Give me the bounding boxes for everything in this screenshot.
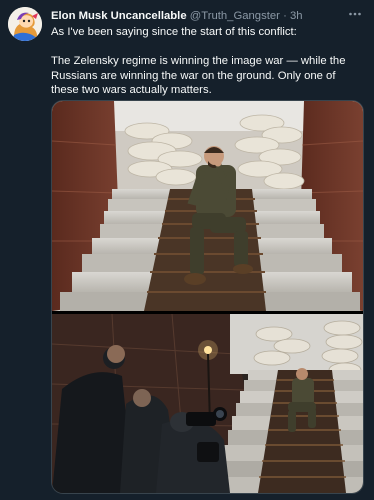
header-separator: · [283, 10, 287, 22]
photo-zelensky-on-stairs[interactable] [52, 101, 363, 311]
tweet-time[interactable]: 3h [290, 10, 303, 22]
tweet-text: As I've been saying since the start of t… [51, 25, 363, 98]
photo-camera-crew[interactable] [52, 314, 363, 493]
tweet-media[interactable] [51, 100, 364, 494]
author-handle[interactable]: @Truth_Gangster [190, 10, 280, 22]
tweet-text-line-1: As I've been saying since the start of t… [51, 26, 297, 38]
more-icon[interactable] [348, 7, 362, 21]
avatar-illustration-icon [8, 7, 42, 41]
tweet-header: Elon Musk Uncancellable @Truth_Gangster … [51, 9, 352, 23]
tweet[interactable]: Elon Musk Uncancellable @Truth_Gangster … [0, 0, 374, 500]
avatar[interactable] [8, 7, 42, 41]
author-name[interactable]: Elon Musk Uncancellable [51, 10, 187, 22]
tweet-text-line-2: The Zelensky regime is winning the image… [51, 55, 346, 97]
